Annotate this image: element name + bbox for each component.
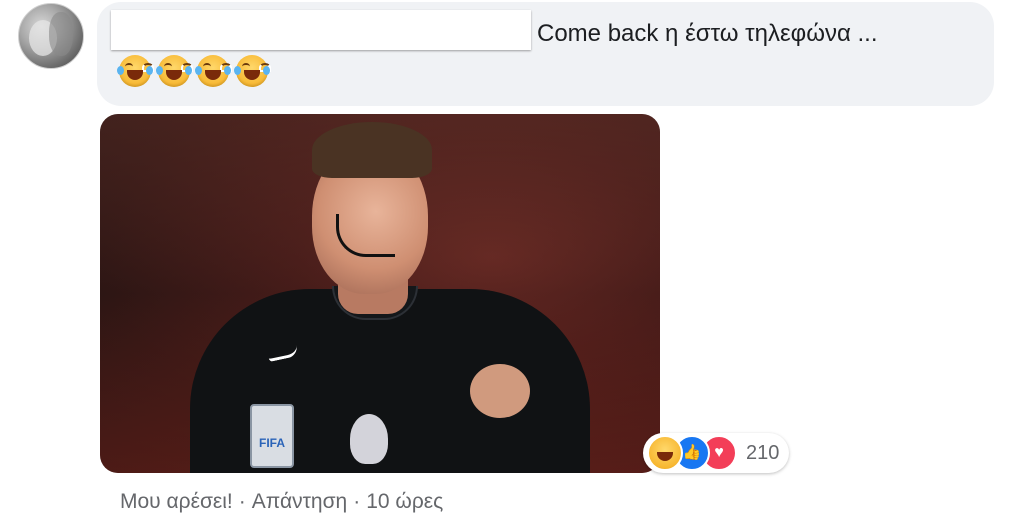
haha-icon: [647, 435, 683, 471]
badge-text: FIFA: [259, 436, 285, 450]
reaction-count: 210: [746, 441, 780, 464]
emoji-row: [117, 55, 271, 87]
comment-bubble: Come back η έστω τηλεφώνα ...: [97, 2, 994, 106]
reaction-summary[interactable]: 👍 ♥ 210: [643, 433, 790, 473]
laughing-crying-emoji-icon: [117, 55, 154, 87]
laughing-crying-emoji-icon: [195, 55, 232, 87]
fifa-badge: FIFA: [250, 404, 294, 468]
reply-link[interactable]: Απάντηση: [252, 490, 347, 513]
laughing-crying-emoji-icon: [234, 55, 271, 87]
commenter-avatar[interactable]: [18, 3, 84, 69]
comment-text: Come back η έστω τηλεφώνα ...: [537, 20, 878, 47]
league-lion-logo-icon: [350, 414, 388, 464]
pointing-hand: [470, 364, 530, 418]
timestamp[interactable]: 10 ώρες: [366, 490, 443, 513]
separator: ·: [238, 490, 246, 513]
referee-hair: [312, 122, 432, 178]
separator: ·: [353, 490, 361, 513]
attached-photo[interactable]: FIFA: [100, 114, 660, 473]
like-link[interactable]: Μου αρέσει!: [120, 490, 233, 513]
redacted-commenter-name: [111, 10, 531, 50]
comment-actions: Μου αρέσει! · Απάντηση · 10 ώρες: [120, 490, 443, 514]
laughing-crying-emoji-icon: [156, 55, 193, 87]
avatar-shape: [49, 12, 73, 56]
